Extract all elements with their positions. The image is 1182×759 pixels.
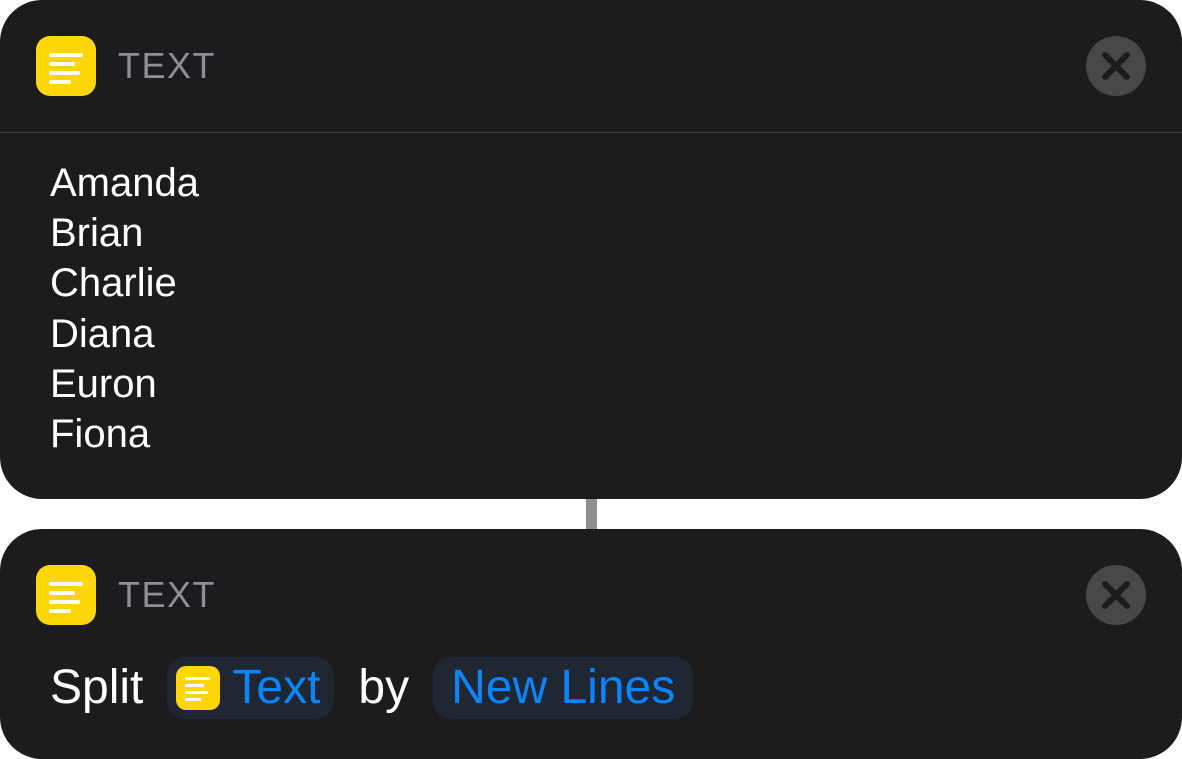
split-action-header: TEXT (0, 529, 1182, 661)
text-line: Amanda (50, 161, 199, 205)
input-variable-label: Text (232, 661, 321, 714)
text-action-card: TEXT Amanda Brian Charlie Diana Euron Fi… (0, 0, 1182, 499)
action-connector (586, 499, 597, 529)
close-x-icon (1102, 581, 1130, 609)
split-action-sentence: Split Text by New Lines (50, 657, 694, 719)
text-line: Euron (50, 361, 157, 406)
input-variable-token[interactable]: Text (167, 657, 335, 719)
text-lines-icon (36, 565, 96, 625)
split-verb: Split (50, 661, 144, 714)
action-title: TEXT (118, 45, 217, 86)
preposition-label: by (358, 661, 410, 714)
separator-parameter-token[interactable]: New Lines (433, 657, 694, 719)
text-content-field[interactable]: Amanda Brian Charlie Diana Euron Fiona (50, 158, 1130, 459)
text-line: Brian (50, 211, 144, 256)
text-line: Charlie (50, 261, 177, 306)
remove-action-button[interactable] (1086, 36, 1146, 96)
remove-action-button[interactable] (1086, 565, 1146, 625)
text-action-header: TEXT (0, 0, 1182, 132)
split-text-action-card: TEXT Split Text by New Lines (0, 529, 1182, 759)
text-line: Fiona (50, 412, 151, 457)
text-line: Diana (50, 311, 155, 356)
header-divider (0, 132, 1182, 133)
close-x-icon (1102, 52, 1130, 80)
text-lines-icon (176, 666, 221, 710)
action-title: TEXT (118, 574, 217, 615)
text-lines-icon (36, 36, 96, 96)
